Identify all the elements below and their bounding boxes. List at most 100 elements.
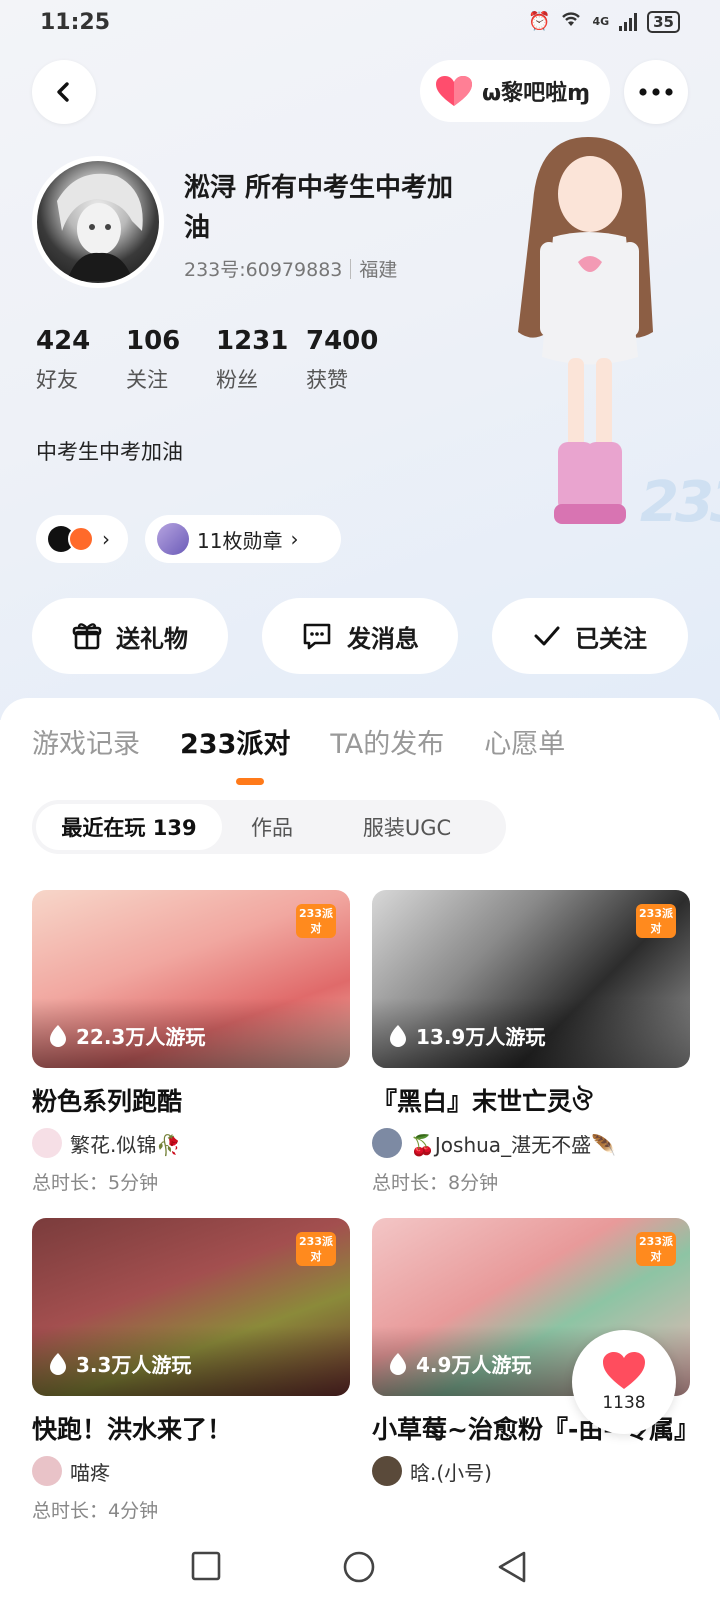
party-233-logo: 233派对	[636, 904, 676, 938]
stat-value: 424	[36, 326, 91, 356]
author-avatar	[372, 1456, 402, 1486]
tab-233-party[interactable]: 233派对	[180, 722, 290, 761]
triangle-back-icon	[498, 1551, 526, 1583]
chevron-left-icon	[57, 82, 69, 102]
couple-relationship-pill[interactable]: ω黎吧啦ɱ	[420, 60, 610, 122]
tab-ta-posts[interactable]: TA的发布	[330, 722, 444, 761]
stat-label: 关注	[126, 368, 168, 392]
play-duration: 总时长：5分钟	[32, 1172, 159, 1194]
chevron-right-icon: ›	[290, 527, 299, 551]
signal-icon	[619, 12, 638, 31]
author-name: 🍒Joshua_湛无不盛🪶	[410, 1132, 616, 1157]
user-bio: 中考生中考加油	[36, 440, 183, 464]
recent-apps-button[interactable]	[190, 1550, 222, 1586]
message-icon	[303, 623, 331, 650]
sub-tab-recent[interactable]: 最近在玩 139	[36, 804, 222, 850]
badges-label: 11枚勋章	[197, 528, 283, 553]
play-duration: 总时长：4分钟	[32, 1500, 159, 1522]
play-count-text: 4.9万人游玩	[416, 1353, 532, 1377]
square-icon	[191, 1551, 221, 1581]
back-nav-button[interactable]	[496, 1550, 528, 1588]
game-thumbnail[interactable]: 233派对 22.3万人游玩	[32, 890, 350, 1068]
couple-name: ω黎吧啦ɱ	[482, 81, 591, 106]
tab-game-records[interactable]: 游戏记录	[32, 722, 140, 761]
wifi-icon	[560, 10, 582, 33]
author-row[interactable]: 🍒Joshua_湛无不盛🪶	[372, 1128, 690, 1158]
stat-friends[interactable]: 424 好友	[36, 326, 126, 394]
alarm-icon: ⏰	[528, 11, 551, 32]
flame-icon	[50, 1352, 66, 1375]
sub-tab-ugc[interactable]: 服装UGC	[322, 804, 492, 850]
tab-wishlist[interactable]: 心愿单	[484, 722, 565, 761]
play-count: 4.9万人游玩	[388, 1349, 531, 1378]
status-bar: 11:25 ⏰ 4G 35	[0, 0, 720, 48]
stat-value: 1231	[216, 326, 289, 356]
stat-label: 粉丝	[216, 368, 258, 392]
flame-icon	[390, 1024, 406, 1047]
party-233-logo: 233派对	[296, 904, 336, 938]
active-tab-indicator	[236, 778, 264, 785]
flame-icon	[50, 1024, 66, 1047]
sub-tabs: 最近在玩 139 作品 服装UGC	[32, 800, 506, 854]
heart-icon	[603, 1352, 645, 1389]
author-row[interactable]: 晗.(小号)	[372, 1456, 690, 1486]
stat-likes[interactable]: 7400 获赞	[306, 326, 396, 394]
profile-tabs: 游戏记录 233派对 TA的发布 心愿单	[32, 722, 565, 761]
gift-icon	[72, 623, 102, 650]
system-nav-bar	[0, 1532, 720, 1612]
game-title[interactable]: 『黑白』末世亡灵ঔ	[372, 1084, 690, 1120]
send-message-button[interactable]: 发消息	[262, 598, 458, 674]
more-dots-icon	[639, 88, 673, 96]
more-button[interactable]	[624, 60, 688, 124]
game-title[interactable]: 快跑！洪水来了！	[32, 1412, 350, 1448]
stat-fans[interactable]: 1231 粉丝	[216, 326, 306, 394]
game-card[interactable]: 233派对 3.3万人游玩 快跑！洪水来了！ 喵疼 总时长：4分钟	[32, 1218, 350, 1523]
game-title[interactable]: 粉色系列跑酷	[32, 1084, 350, 1120]
user-id[interactable]: 233号:60979883	[184, 255, 342, 282]
play-count-text: 22.3万人游玩	[76, 1025, 206, 1049]
flame-icon	[390, 1352, 406, 1375]
social-links-chip[interactable]: ›	[36, 515, 128, 563]
avatar[interactable]	[32, 156, 164, 288]
stat-value: 106	[126, 326, 181, 356]
party-233-logo: 233派对	[296, 1232, 336, 1266]
send-message-label: 发消息	[347, 624, 419, 653]
divider	[350, 258, 352, 279]
chevron-right-icon: ›	[102, 527, 110, 551]
home-button[interactable]	[342, 1550, 376, 1588]
badge-icon	[157, 523, 189, 555]
author-name: 繁花.似锦🥀	[70, 1132, 182, 1157]
game-card[interactable]: 233派对 22.3万人游玩 粉色系列跑酷 繁花.似锦🥀 总时长：5分钟	[32, 890, 350, 1195]
like-count: 1138	[602, 1393, 646, 1413]
like-float-button[interactable]: 1138	[572, 1330, 676, 1434]
stat-following[interactable]: 106 关注	[126, 326, 216, 394]
followed-button[interactable]: 已关注	[492, 598, 688, 674]
status-icons: ⏰ 4G 35	[528, 10, 680, 33]
heart-icon	[436, 76, 472, 106]
circle-icon	[343, 1551, 375, 1583]
author-avatar	[372, 1128, 402, 1158]
game-thumbnail[interactable]: 233派对 3.3万人游玩	[32, 1218, 350, 1396]
badges-chip[interactable]: 11枚勋章 ›	[145, 515, 341, 563]
send-gift-button[interactable]: 送礼物	[32, 598, 228, 674]
party-233-logo: 233派对	[636, 1232, 676, 1266]
stat-label: 获赞	[306, 368, 348, 392]
stat-value: 7400	[306, 326, 379, 356]
profile-stats: 424 好友 106 关注 1231 粉丝 7400 获赞	[36, 326, 396, 394]
play-count: 22.3万人游玩	[48, 1021, 205, 1050]
sub-tab-works[interactable]: 作品	[222, 804, 322, 850]
play-count-text: 3.3万人游玩	[76, 1353, 192, 1377]
checkmark-icon	[534, 626, 560, 646]
author-row[interactable]: 喵疼	[32, 1456, 350, 1486]
battery-icon: 35	[647, 10, 680, 33]
back-button[interactable]	[32, 60, 96, 124]
author-row[interactable]: 繁花.似锦🥀	[32, 1128, 350, 1158]
user-id-row: 233号:60979883 福建	[184, 255, 397, 282]
network-type: 4G	[592, 15, 610, 28]
user-name: 淞浔 所有中考生中考加油	[184, 173, 454, 243]
author-name: 晗.(小号)	[410, 1460, 492, 1485]
platform-233-logo: 233	[640, 470, 720, 535]
author-name: 喵疼	[70, 1460, 110, 1485]
game-card[interactable]: 233派对 13.9万人游玩 『黑白』末世亡灵ঔ 🍒Joshua_湛无不盛🪶 总…	[372, 890, 690, 1195]
game-thumbnail[interactable]: 233派对 13.9万人游玩	[372, 890, 690, 1068]
